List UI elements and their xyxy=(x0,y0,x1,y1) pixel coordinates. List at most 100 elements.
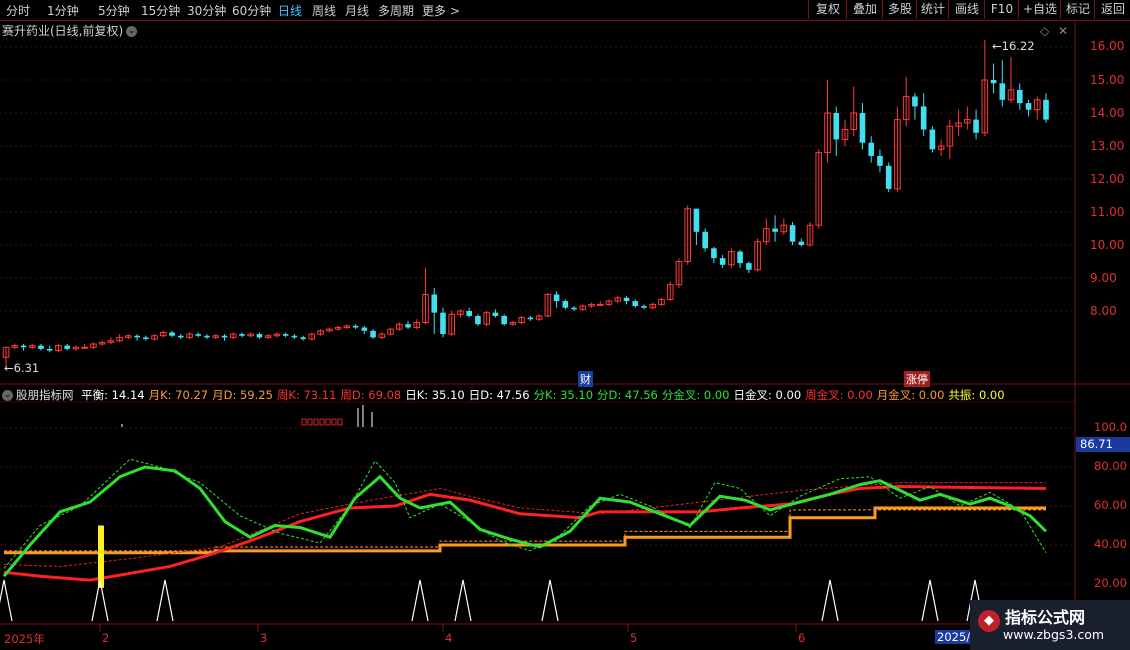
logo-icon: ◆ xyxy=(978,610,1000,632)
candle-body xyxy=(431,294,438,313)
legend-item-9: 分金叉: 0.00 xyxy=(661,388,730,402)
signal-box xyxy=(313,418,319,426)
candle-body xyxy=(352,325,359,328)
indicator-legend: ⌄ 股朋指标网 平衡: 14.14 月K: 70.27 月D: 59.25 周K: 73… xyxy=(2,387,1013,403)
candle-body xyxy=(527,317,534,320)
candle-body xyxy=(737,251,743,264)
candle-body xyxy=(868,142,875,156)
y-tick-9: 9.00 xyxy=(1090,271,1117,285)
candle-body xyxy=(702,231,708,249)
candle-body xyxy=(641,306,647,308)
candle-body xyxy=(623,297,630,302)
x-label-apr: 4 xyxy=(445,631,453,645)
cross-signal-triangle xyxy=(921,579,939,622)
candle-body xyxy=(38,345,44,349)
candle-body xyxy=(973,119,979,133)
indicator-name: 股朋指标网 xyxy=(16,388,74,402)
candle-body xyxy=(282,334,289,336)
candle-body xyxy=(877,155,883,166)
y-tick-16: 16.00 xyxy=(1090,39,1125,53)
y-tick-14: 14.00 xyxy=(1090,106,1125,120)
legend-item-10: 日金叉: 0.00 xyxy=(733,388,802,402)
financial-report-marker[interactable]: 财 xyxy=(578,371,593,387)
y-tick-11: 11.00 xyxy=(1090,205,1125,219)
candle-body xyxy=(475,315,481,325)
y-tick-8: 8.00 xyxy=(1090,304,1117,318)
candle-body xyxy=(143,337,149,340)
candle-body xyxy=(999,83,1006,100)
legend-item-1: 月K: 70.27 xyxy=(148,388,209,402)
ind-tick-60: 60.00 xyxy=(1094,498,1127,512)
candle-body xyxy=(1016,89,1023,104)
candle-body xyxy=(772,228,778,232)
candle-body xyxy=(990,80,997,84)
candlestick-series xyxy=(2,39,1049,368)
candle-body xyxy=(859,113,866,143)
candle-body xyxy=(204,335,210,338)
candle-body xyxy=(169,332,175,336)
legend-item-8: 分D: 47.56 xyxy=(597,388,658,402)
signal-box xyxy=(331,418,337,426)
candle-body xyxy=(553,294,560,302)
x-label-jun: 6 xyxy=(798,631,806,645)
watermark-url: www.zbgs3.com xyxy=(1003,627,1105,642)
candle-body xyxy=(405,324,411,328)
candle-body xyxy=(912,96,918,107)
x-label-2025: 2025年 xyxy=(4,632,45,646)
x-label-feb: 2 xyxy=(102,631,110,645)
candle-body xyxy=(719,258,726,265)
signal-box xyxy=(319,418,325,426)
candle-body xyxy=(571,307,577,310)
candle-body xyxy=(920,106,927,130)
candle-body xyxy=(20,345,27,348)
y-tick-10: 10.00 xyxy=(1090,238,1125,252)
candle-body xyxy=(46,348,53,351)
ind-tick-100: 100.0 xyxy=(1094,420,1127,434)
candle-body xyxy=(195,334,202,336)
legend-item-3: 周K: 73.11 xyxy=(276,388,337,402)
legend-item-6: 日D: 47.56 xyxy=(468,388,530,402)
legend-item-5: 日K: 35.10 xyxy=(405,388,465,402)
candle-body xyxy=(239,334,245,336)
signal-box xyxy=(337,418,343,426)
ind-tick-80: 80.00 xyxy=(1094,459,1127,473)
candle-body xyxy=(492,312,499,316)
legend-item-2: 月D: 59.25 xyxy=(212,388,273,402)
candle-body xyxy=(596,303,604,306)
cross-signal-triangle xyxy=(821,579,839,622)
limit-up-marker[interactable]: 涨停 xyxy=(904,371,930,387)
signal-box xyxy=(307,418,313,426)
candle-body xyxy=(440,312,446,335)
candle-body xyxy=(789,225,796,242)
candle-body xyxy=(370,330,376,338)
current-value-badge: 86.71 xyxy=(1076,437,1130,452)
chevron-down-icon[interactable]: ⌄ xyxy=(2,390,13,401)
candle-body xyxy=(798,241,805,245)
candle-body xyxy=(256,334,263,338)
y-tick-13: 13.00 xyxy=(1090,139,1125,153)
legend-item-13: 共振: 0.00 xyxy=(948,388,1005,402)
price-chart xyxy=(0,20,1130,650)
legend-item-12: 月金叉: 0.00 xyxy=(876,388,945,402)
y-tick-12: 12.00 xyxy=(1090,172,1125,186)
candle-body xyxy=(466,311,472,316)
ind-tick-20: 20.00 xyxy=(1094,576,1127,590)
candle-body xyxy=(1025,103,1032,110)
legend-item-4: 周D: 69.08 xyxy=(340,388,402,402)
cross-signal-triangle xyxy=(156,579,174,622)
cross-signal-triangle xyxy=(0,579,13,622)
candle-body xyxy=(134,335,140,338)
x-label-may: 5 xyxy=(630,631,638,645)
resonance-bar xyxy=(98,525,104,588)
legend-item-7: 分K: 35.10 xyxy=(533,388,594,402)
candle-body xyxy=(300,337,306,340)
weekly-k-line xyxy=(3,484,1047,582)
x-label-mar: 3 xyxy=(260,631,268,645)
legend-item-0: 平衡: 14.14 xyxy=(81,388,145,402)
signal-box xyxy=(325,418,331,426)
cross-signal-triangle xyxy=(411,579,429,622)
candle-body xyxy=(64,345,70,349)
cross-signal-triangle xyxy=(454,579,472,622)
legend-item-11: 周金叉: 0.00 xyxy=(805,388,873,402)
ind-tick-40: 40.00 xyxy=(1094,537,1127,551)
